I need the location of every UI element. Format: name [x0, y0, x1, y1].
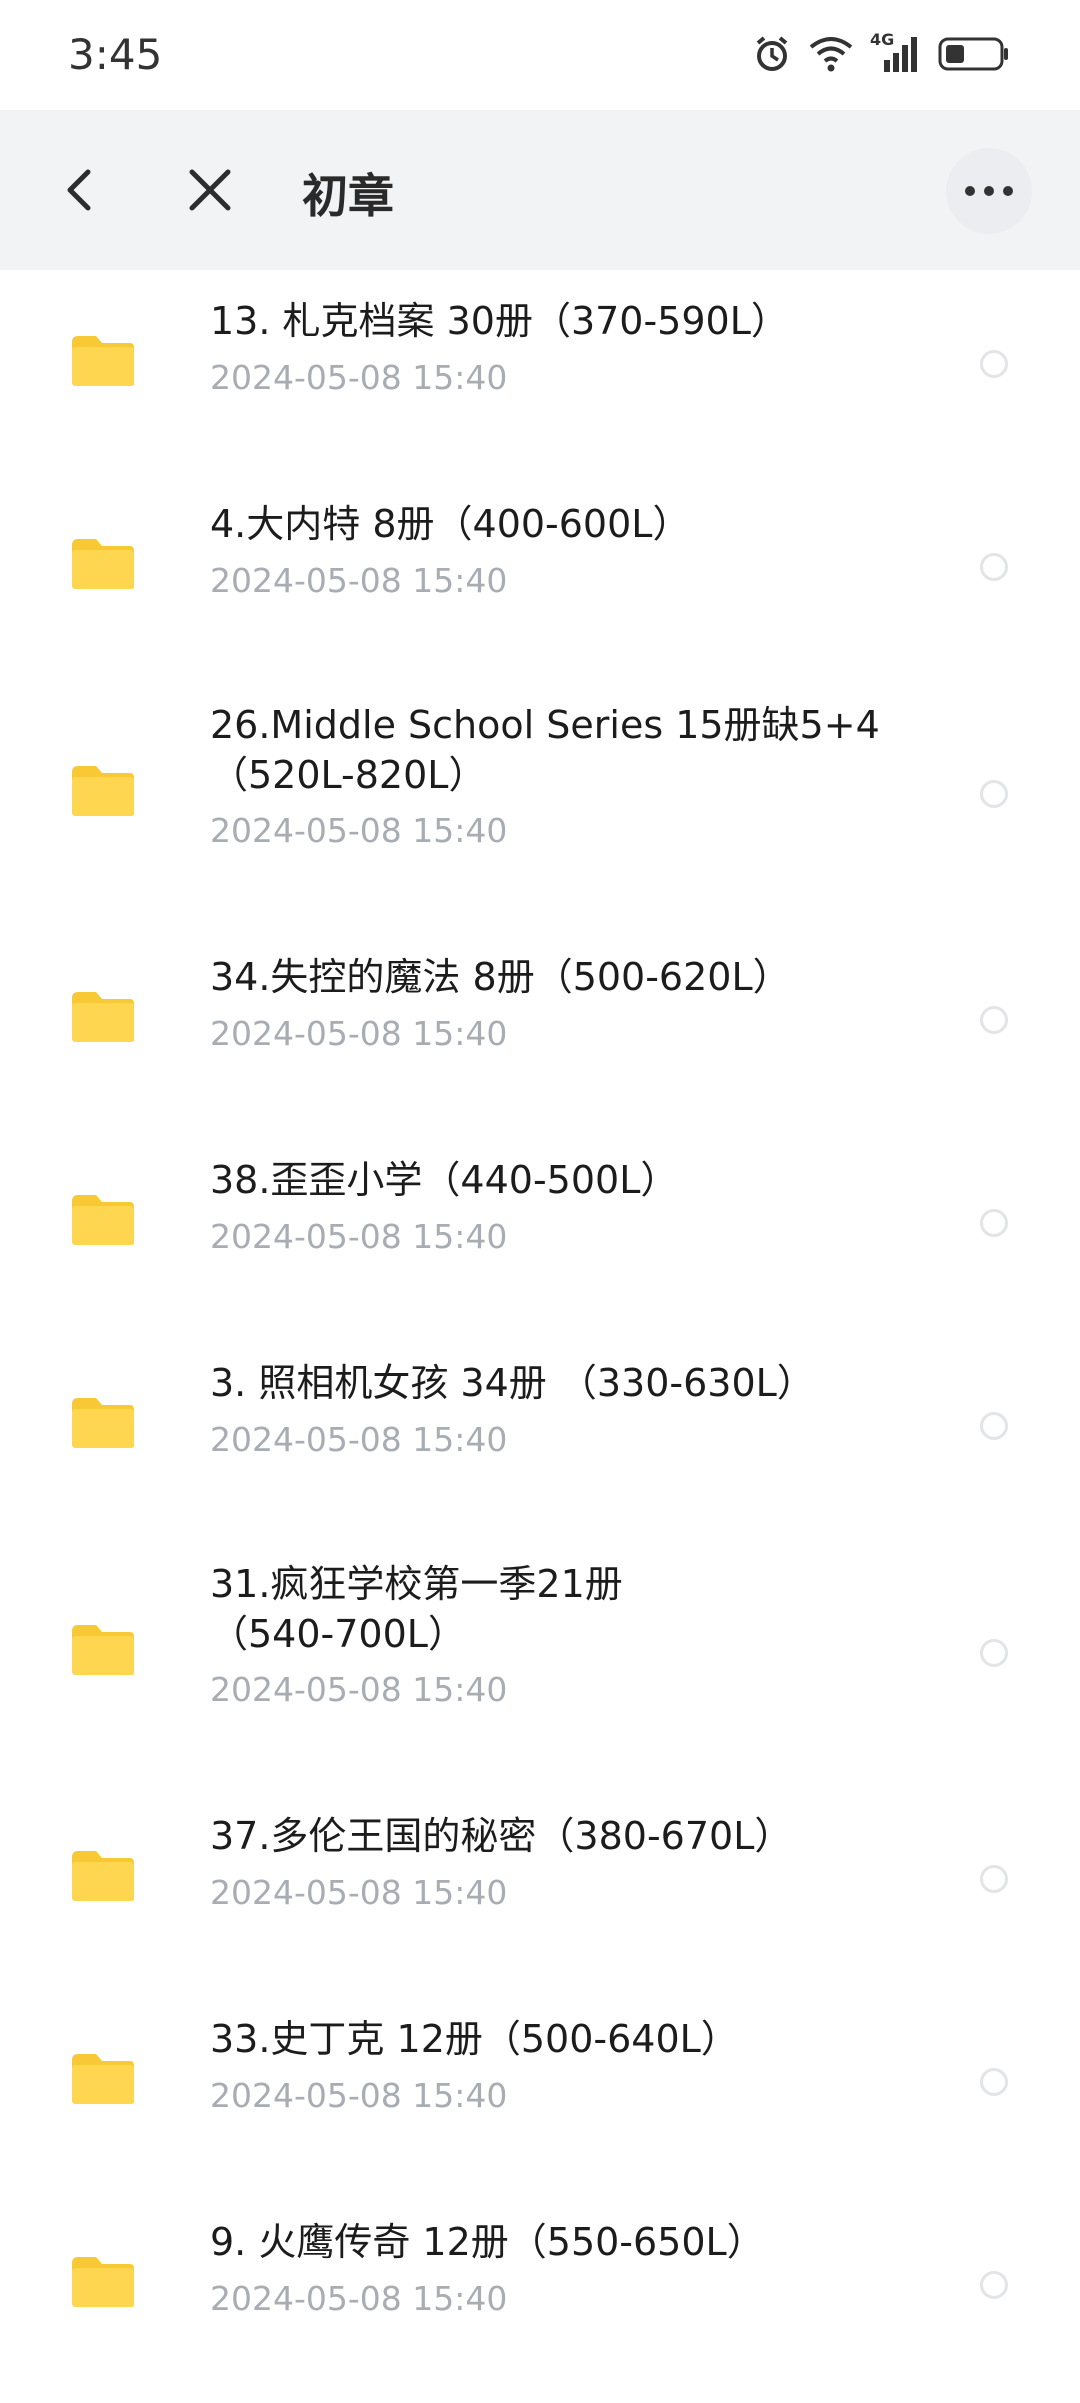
item-date: 2024-05-08 15:40 [210, 2076, 508, 2115]
folder-list-item[interactable]: 33.史丁克 12册（500-640L） 2024-05-08 15:40 [0, 1988, 1080, 2191]
folder-icon [72, 1398, 134, 1448]
item-date: 2024-05-08 15:40 [210, 2279, 508, 2318]
item-name: 13. 札克档案 30册（370-590L） [210, 299, 789, 343]
status-time: 3:45 [68, 30, 163, 79]
item-date: 2024-05-08 15:40 [210, 811, 508, 850]
select-radio[interactable] [980, 2271, 1008, 2299]
folder-list-item[interactable]: 37.多伦王国的秘密（380-670L） 2024-05-08 15:40 [0, 1785, 1080, 1988]
folder-list-item[interactable]: 13. 札克档案 30册（370-590L） 2024-05-08 15:40 [0, 270, 1080, 473]
folder-icon [72, 992, 134, 1042]
folder-icon [72, 766, 134, 816]
item-date: 2024-05-08 15:40 [210, 1014, 508, 1053]
cellular-signal: 4G [870, 30, 922, 74]
status-bar: 3:45 4G [0, 0, 1080, 110]
folder-list-item[interactable]: 3. 照相机女孩 34册 （330-630L） 2024-05-08 15:40 [0, 1332, 1080, 1535]
top-toolbar: 初章 [0, 110, 1080, 270]
folder-list-item[interactable]: 31.疯狂学校第一季21册（540-700L） 2024-05-08 15:40 [0, 1535, 1080, 1785]
folder-list-item[interactable]: 9. 火鹰传奇 12册（550-650L） 2024-05-08 15:40 [0, 2191, 1080, 2394]
close-icon [189, 169, 231, 211]
select-radio[interactable] [980, 553, 1008, 581]
item-name: 38.歪歪小学（440-500L） [210, 1158, 679, 1202]
select-radio[interactable] [980, 1006, 1008, 1034]
folder-list-item[interactable]: 4.大内特 8册（400-600L） 2024-05-08 15:40 [0, 473, 1080, 676]
back-button[interactable] [48, 158, 112, 222]
item-date: 2024-05-08 15:40 [210, 561, 508, 600]
item-name: 3. 照相机女孩 34册 （330-630L） [210, 1361, 815, 1405]
select-radio[interactable] [980, 1639, 1008, 1667]
item-name: 31.疯狂学校第一季21册（540-700L） [210, 1562, 623, 1656]
item-name: 37.多伦王国的秘密（380-670L） [210, 1814, 793, 1858]
alarm-icon [756, 36, 788, 71]
folder-icon [72, 539, 134, 589]
item-name: 34.失控的魔法 8册（500-620L） [210, 955, 791, 999]
item-date: 2024-05-08 15:40 [210, 1670, 508, 1709]
folder-list-item[interactable]: 38.歪歪小学（440-500L） 2024-05-08 15:40 [0, 1129, 1080, 1332]
folder-icon [72, 1851, 134, 1901]
folder-list-item[interactable]: 34.失控的魔法 8册（500-620L） 2024-05-08 15:40 [0, 926, 1080, 1129]
folder-list-item[interactable]: 26.Middle School Series 15册缺5+4（520L-820… [0, 676, 1080, 926]
more-options-button[interactable] [946, 148, 1032, 234]
folder-icon [72, 2054, 134, 2104]
folder-icon [72, 2257, 134, 2307]
wifi-icon [809, 37, 853, 72]
item-date: 2024-05-08 15:40 [210, 1217, 508, 1256]
item-date: 2024-05-08 15:40 [210, 1873, 508, 1912]
folder-icon [72, 1195, 134, 1245]
item-date: 2024-05-08 15:40 [210, 358, 508, 397]
select-radio[interactable] [980, 1209, 1008, 1237]
chevron-left-icon [67, 169, 91, 211]
item-name: 9. 火鹰传奇 12册（550-650L） [210, 2220, 765, 2264]
item-date: 2024-05-08 15:40 [210, 1420, 508, 1459]
close-button[interactable] [178, 158, 242, 222]
select-radio[interactable] [980, 1865, 1008, 1893]
battery-icon [938, 37, 1008, 71]
select-radio[interactable] [980, 780, 1008, 808]
item-name: 26.Middle School Series 15册缺5+4（520L-820… [210, 703, 880, 797]
signal-bars-icon [884, 37, 917, 72]
select-radio[interactable] [980, 2068, 1008, 2096]
item-name: 33.史丁克 12册（500-640L） [210, 2017, 739, 2061]
select-radio[interactable] [980, 1412, 1008, 1440]
folder-icon [72, 336, 134, 386]
select-radio[interactable] [980, 350, 1008, 378]
page-title: 初章 [302, 169, 394, 223]
folder-icon [72, 1625, 134, 1675]
file-list: 13. 札克档案 30册（370-590L） 2024-05-08 15:40 … [0, 270, 1080, 2394]
status-icons: 4G [752, 30, 1010, 74]
more-dots-icon [965, 186, 1013, 196]
item-name: 4.大内特 8册（400-600L） [210, 502, 691, 546]
